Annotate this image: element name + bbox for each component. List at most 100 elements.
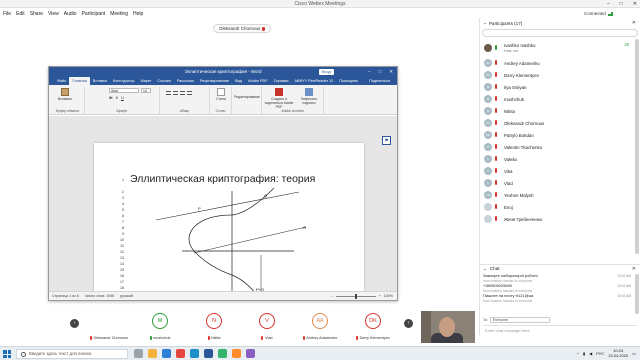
paste-button[interactable]: Вставить bbox=[55, 88, 75, 101]
participants-header[interactable]: ⌄ Participants (17) ✕ bbox=[480, 18, 640, 28]
font-size-select[interactable]: 14 bbox=[141, 88, 151, 93]
chat-recipient-select[interactable]: Everyone bbox=[489, 317, 550, 323]
video-tile[interactable]: Oleksandr Chornous bbox=[84, 308, 134, 342]
share-button[interactable]: Поделиться bbox=[366, 77, 393, 85]
self-view-video[interactable] bbox=[421, 311, 475, 343]
styles-button[interactable]: Стили bbox=[214, 88, 228, 101]
tab-insert[interactable]: Вставка bbox=[90, 77, 110, 85]
close-icon[interactable]: ✕ bbox=[632, 266, 636, 272]
italic-button[interactable]: К bbox=[116, 95, 118, 100]
zoom-out-button[interactable]: – bbox=[331, 294, 333, 298]
bold-button[interactable]: Ж bbox=[109, 95, 113, 100]
minimize-button[interactable]: – bbox=[607, 1, 610, 7]
tab-help[interactable]: Справка bbox=[271, 77, 292, 85]
language-indicator[interactable]: русский bbox=[120, 294, 133, 298]
chat-scrollbar[interactable] bbox=[635, 274, 639, 314]
filmstrip-next-button[interactable]: › bbox=[404, 319, 413, 328]
tab-abbyy[interactable]: ABBYY FineReader 12 bbox=[292, 77, 337, 85]
video-tile[interactable]: DK Darry Klementyev bbox=[348, 308, 398, 342]
tab-references[interactable]: Ссылки bbox=[154, 77, 173, 85]
participant-row[interactable]: Ivashko Ivashko Host, me 28 bbox=[480, 39, 633, 57]
document-page[interactable]: 1 2 3 4 5 6 7 8 9 10 11 12 13 14 15 16 1… bbox=[94, 143, 364, 293]
close-button[interactable]: ✕ bbox=[633, 1, 637, 7]
tab-view[interactable]: Вид bbox=[232, 77, 245, 85]
participant-row[interactable]: DK Darry Klementyev bbox=[480, 69, 633, 81]
underline-button[interactable]: Ч bbox=[121, 95, 124, 100]
participant-row[interactable]: AA Andrey Adamenko bbox=[480, 57, 633, 69]
menu-edit[interactable]: Edit bbox=[16, 11, 25, 17]
create-pdf-button[interactable]: Создать и поделиться Adobe PDF bbox=[264, 88, 294, 109]
task-view-icon[interactable] bbox=[134, 349, 143, 358]
tab-review[interactable]: Рецензирование bbox=[197, 77, 232, 85]
word-close-button[interactable]: ✕ bbox=[389, 69, 393, 75]
filmstrip-prev-button[interactable]: ‹ bbox=[70, 319, 79, 328]
tab-tell-me[interactable]: Помощник bbox=[336, 77, 361, 85]
menu-meeting[interactable]: Meeting bbox=[110, 11, 128, 17]
participant-row[interactable]: M mushchuk bbox=[480, 93, 633, 105]
chat-header[interactable]: ⌄ Chat ✕ bbox=[480, 264, 640, 272]
menu-view[interactable]: View bbox=[48, 11, 59, 17]
chrome-icon[interactable] bbox=[176, 349, 185, 358]
maximize-button[interactable]: □ bbox=[620, 1, 623, 7]
font-name-select[interactable]: Arial bbox=[109, 88, 139, 93]
participant-row[interactable]: N Nikita bbox=[480, 105, 633, 117]
participant-row[interactable]: PB Patrylo Bokdan bbox=[480, 129, 633, 141]
file-explorer-icon[interactable] bbox=[148, 349, 157, 358]
store-icon[interactable] bbox=[190, 349, 199, 358]
zoom-slider[interactable] bbox=[335, 293, 376, 299]
participant-row[interactable]: Женя Гребенченко bbox=[480, 213, 633, 225]
tray-chevron-icon[interactable]: ^ bbox=[577, 351, 579, 356]
tab-design[interactable]: Конструктор bbox=[110, 77, 138, 85]
tab-mailings[interactable]: Рассылки bbox=[174, 77, 197, 85]
app-icon[interactable] bbox=[246, 349, 255, 358]
video-tile[interactable]: AA Andrey Adamenko bbox=[295, 308, 345, 342]
word-signin-button[interactable]: Вход bbox=[319, 68, 334, 75]
participant-row[interactable]: V Vlad bbox=[480, 177, 633, 189]
word-icon[interactable] bbox=[204, 349, 213, 358]
zoom-control[interactable]: – + 100% bbox=[331, 293, 393, 299]
align-right-icon[interactable] bbox=[180, 91, 185, 95]
tab-layout[interactable]: Макет bbox=[138, 77, 155, 85]
notifications-icon[interactable]: ▭ bbox=[632, 351, 636, 356]
tab-home[interactable]: Главная bbox=[69, 77, 90, 85]
editing-button[interactable]: Редактирование bbox=[233, 95, 261, 99]
tab-file[interactable]: Файл bbox=[54, 77, 69, 85]
webex-icon[interactable] bbox=[218, 349, 227, 358]
volume-icon[interactable]: ◀ bbox=[589, 351, 592, 356]
participant-row[interactable]: V Valeila bbox=[480, 153, 633, 165]
edge-icon[interactable] bbox=[162, 349, 171, 358]
participant-row[interactable]: YM Yevhen Malysh bbox=[480, 189, 633, 201]
clock[interactable]: 10:24 13.04.2020 bbox=[608, 348, 628, 358]
page-indicator[interactable]: Страница 1 из 6 bbox=[52, 294, 79, 298]
firefox-icon[interactable] bbox=[232, 349, 241, 358]
zoom-in-button[interactable]: + bbox=[379, 294, 381, 298]
word-maximize-button[interactable]: □ bbox=[379, 69, 382, 75]
align-left-icon[interactable] bbox=[166, 91, 171, 95]
participant-row[interactable]: V Vika bbox=[480, 165, 633, 177]
network-icon[interactable]: ▮ bbox=[583, 351, 585, 356]
request-signatures-button[interactable]: Запросить подписи bbox=[296, 88, 322, 105]
video-tile[interactable]: M mushchuk bbox=[135, 308, 185, 342]
tab-adobe-pdf[interactable]: Adobe PDF bbox=[245, 77, 271, 85]
start-button[interactable] bbox=[3, 350, 11, 358]
connection-status[interactable]: Connected bbox=[584, 11, 613, 16]
video-tile[interactable]: N Nikita bbox=[189, 308, 239, 342]
word-minimize-button[interactable]: – bbox=[368, 69, 371, 75]
justify-icon[interactable] bbox=[187, 91, 192, 95]
menu-share[interactable]: Share bbox=[30, 11, 43, 17]
taskbar-search-input[interactable]: Введите здесь текст для поиска bbox=[16, 349, 128, 359]
participant-row[interactable]: VT Valentin Tkachenko bbox=[480, 141, 633, 153]
menu-file[interactable]: File bbox=[3, 11, 11, 17]
navigation-pane-button[interactable]: ⚑ bbox=[382, 136, 391, 145]
menu-participant[interactable]: Participant bbox=[82, 11, 106, 17]
participant-row[interactable]: Enoj bbox=[480, 201, 633, 213]
participant-row[interactable]: IS Ilya Sniiyan bbox=[480, 81, 633, 93]
participants-search-input[interactable] bbox=[482, 29, 638, 37]
keyboard-language[interactable]: РУС bbox=[596, 351, 604, 356]
word-count[interactable]: Число слов: 1946 bbox=[85, 294, 114, 298]
close-icon[interactable]: ✕ bbox=[632, 20, 636, 26]
participants-scrollbar[interactable] bbox=[635, 39, 639, 279]
video-tile[interactable]: V Vlad bbox=[242, 308, 292, 342]
chat-input[interactable]: Enter chat message here bbox=[483, 325, 637, 334]
participant-row[interactable]: OC Oleksandr Chornous bbox=[480, 117, 633, 129]
